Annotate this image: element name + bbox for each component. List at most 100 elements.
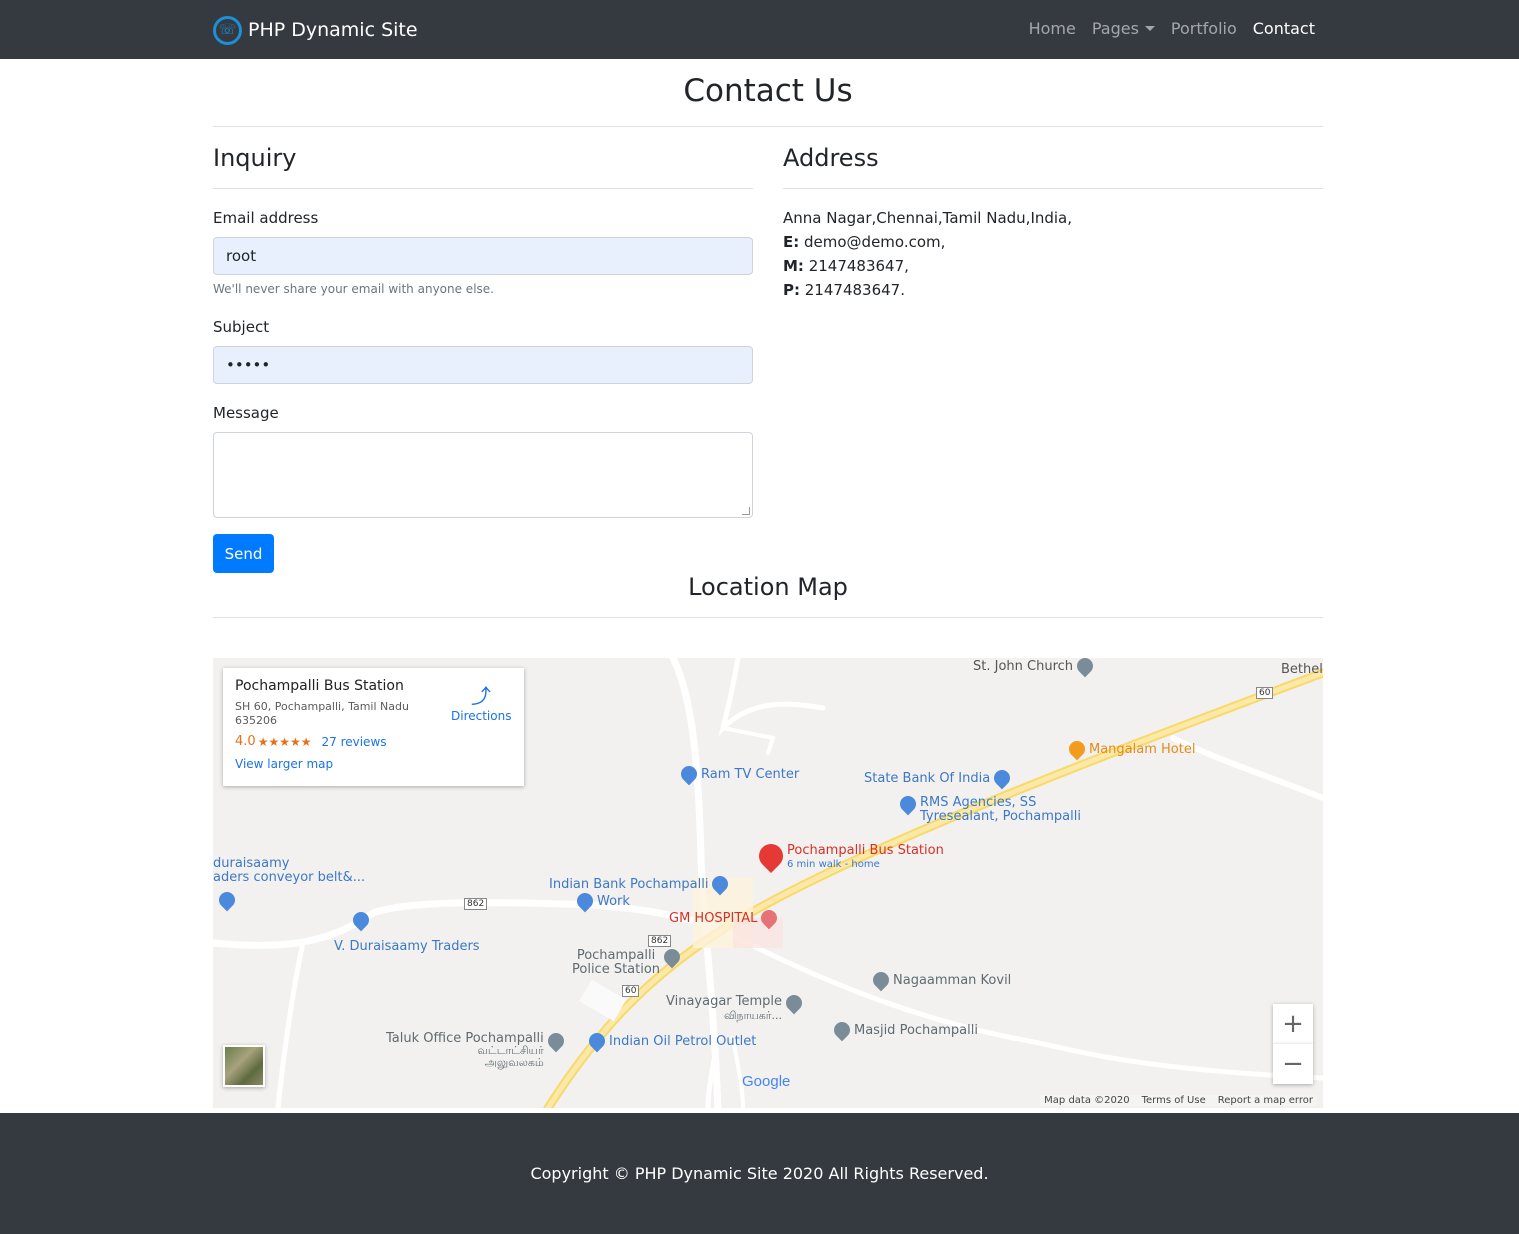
nav-contact[interactable]: Contact (1253, 19, 1315, 38)
place-bethel[interactable]: Bethel (1281, 662, 1323, 677)
place-masjid[interactable]: Masjid Pochampalli (830, 1018, 978, 1042)
temple-icon (782, 991, 806, 1015)
zoom-in-button[interactable]: + (1273, 1004, 1313, 1044)
report-error-link[interactable]: Report a map error (1218, 1095, 1313, 1106)
place-duraisaamy-traders[interactable]: V. Duraisaamy Traders (334, 939, 480, 954)
navbar: ☏ PHP Dynamic Site Home Pages Portfolio … (0, 0, 1519, 59)
phone-val: 2147483647. (800, 281, 905, 299)
rating-value: 4.0 (235, 734, 256, 749)
address-title: Address (783, 144, 879, 172)
place-vinayagar-temple[interactable]: Vinayagar Temple விநாயகர்... (666, 991, 806, 1023)
place-label-3: அலுவலகம் (484, 1056, 544, 1069)
government-icon (544, 1029, 568, 1053)
mobile-val: 2147483647, (803, 257, 909, 275)
place-state-bank[interactable]: State Bank Of India (864, 766, 1014, 790)
place-police-station[interactable]: Pochampalli Police Station (572, 945, 684, 977)
inquiry-title: Inquiry (213, 144, 297, 172)
mosque-icon (830, 1018, 854, 1042)
place-label: State Bank Of India (864, 770, 991, 786)
directions-icon: ⤴ (471, 684, 491, 708)
place-label: Nagaamman Kovil (893, 972, 1012, 988)
nav-portfolio[interactable]: Portfolio (1171, 19, 1237, 38)
bank-icon (990, 766, 1014, 790)
nav-pages-label: Pages (1091, 19, 1139, 38)
place-label-1: duraisaamy (213, 856, 290, 871)
place-label: Mangalam Hotel (1089, 741, 1196, 757)
bank-icon (709, 872, 732, 896)
place-sublabel: 6 min walk - home (787, 859, 880, 870)
place-st-john-church[interactable]: St. John Church (973, 658, 1097, 678)
place-label: St. John Church (973, 658, 1074, 674)
place-label: GM HOSPITAL (669, 910, 758, 926)
place-label: Indian Oil Petrol Outlet (609, 1033, 757, 1049)
work-icon (573, 889, 597, 913)
nav-home[interactable]: Home (1029, 19, 1076, 38)
directions-button[interactable]: ⤴ Directions (451, 680, 511, 723)
address-phone: P: 2147483647. (783, 281, 905, 299)
route-shield-862: 862 (648, 935, 672, 947)
terms-link[interactable]: Terms of Use (1142, 1095, 1206, 1106)
place-label: Pochampalli Bus Station (787, 843, 944, 858)
google-logo: Google (742, 1073, 790, 1090)
place-taluk-office[interactable]: Taluk Office Pochampalli வட்டாட்சியர் அலுவ… (386, 1029, 568, 1069)
temple-icon (869, 968, 893, 992)
inquiry-divider (213, 188, 753, 189)
email-field[interactable]: root (213, 237, 753, 275)
restaurant-icon (1065, 737, 1089, 761)
title-divider (213, 126, 1323, 127)
place-duraisaamy-conveyor[interactable]: duraisaamy aders conveyor belt&... (213, 857, 365, 885)
police-icon (660, 945, 684, 969)
footer: Copyright © PHP Dynamic Site 2020 All Ri… (0, 1113, 1519, 1234)
place-label-2: aders conveyor belt&... (213, 870, 366, 885)
view-larger-map-link[interactable]: View larger map (235, 757, 512, 771)
satellite-layer-toggle[interactable] (223, 1045, 265, 1087)
subject-field[interactable]: ••••• (213, 346, 753, 384)
resize-grip-icon[interactable] (742, 507, 750, 515)
shopping-cart-icon (896, 792, 920, 816)
subject-value: ••••• (226, 356, 271, 374)
mobile-key: M: (783, 257, 804, 275)
place-label-2: Police Station (572, 962, 661, 977)
message-textarea[interactable] (213, 432, 753, 518)
place-bus-station-marker[interactable]: Pochampalli Bus Station 6 min walk - home (754, 839, 944, 873)
place-rms-agencies[interactable]: RMS Agencies, SS Tyresealant, Pochampalli (896, 792, 1081, 824)
fuel-icon (585, 1029, 609, 1053)
place-nagaamman-kovil[interactable]: Nagaamman Kovil (869, 968, 1012, 992)
zoom-out-button[interactable]: − (1273, 1044, 1313, 1084)
email-val: demo@demo.com, (799, 233, 946, 251)
phone-logo-icon: ☏ (213, 15, 242, 45)
address-street: Anna Nagar,Chennai,Tamil Nadu,India, (783, 209, 1073, 227)
nav-menu: Home Pages Portfolio Contact (1013, 19, 1315, 38)
place-ram-tv-center[interactable]: Ram TV Center (677, 762, 799, 786)
email-key: E: (783, 233, 800, 251)
place-work[interactable]: Work (573, 889, 630, 913)
reviews-link[interactable]: 27 reviews (321, 735, 386, 749)
place-indian-bank[interactable]: Indian Bank Pochampalli (549, 872, 732, 896)
send-button[interactable]: Send (213, 534, 274, 573)
location-map-title: Location Map (688, 573, 848, 601)
route-shield-60: 60 (1256, 687, 1274, 699)
directions-label: Directions (451, 709, 512, 723)
place-mangalam-hotel[interactable]: Mangalam Hotel (1065, 737, 1196, 761)
google-logo-text: Google (742, 1073, 791, 1090)
brand-name: PHP Dynamic Site (248, 19, 418, 41)
place-indian-oil[interactable]: Indian Oil Petrol Outlet (585, 1029, 757, 1053)
route-shield-60: 60 (622, 985, 640, 997)
address-email: E: demo@demo.com, (783, 233, 945, 251)
place-label: Indian Bank Pochampalli (549, 876, 709, 892)
brand[interactable]: ☏ PHP Dynamic Site (213, 15, 418, 45)
card-address: SH 60, Pochampalli, Tamil Nadu 635206 (235, 700, 409, 727)
subject-label: Subject (213, 318, 270, 336)
place-gm-hospital[interactable]: GM HOSPITAL (669, 906, 781, 930)
place-label-1: Vinayagar Temple (666, 994, 783, 1009)
copyright-text: Copyright © PHP Dynamic Site 2020 All Ri… (530, 1164, 989, 1183)
map-info-card: Pochampalli Bus Station SH 60, Pochampal… (223, 668, 524, 786)
place-label: Masjid Pochampalli (854, 1022, 978, 1038)
place-label: Work (597, 893, 630, 909)
message-label: Message (213, 404, 279, 422)
caret-down-icon (1144, 26, 1155, 31)
nav-pages-dropdown[interactable]: Pages (1092, 19, 1155, 38)
google-map[interactable]: Pochampalli Bus Station SH 60, Pochampal… (213, 658, 1323, 1108)
address-divider (783, 188, 1323, 189)
location-divider (213, 617, 1323, 618)
